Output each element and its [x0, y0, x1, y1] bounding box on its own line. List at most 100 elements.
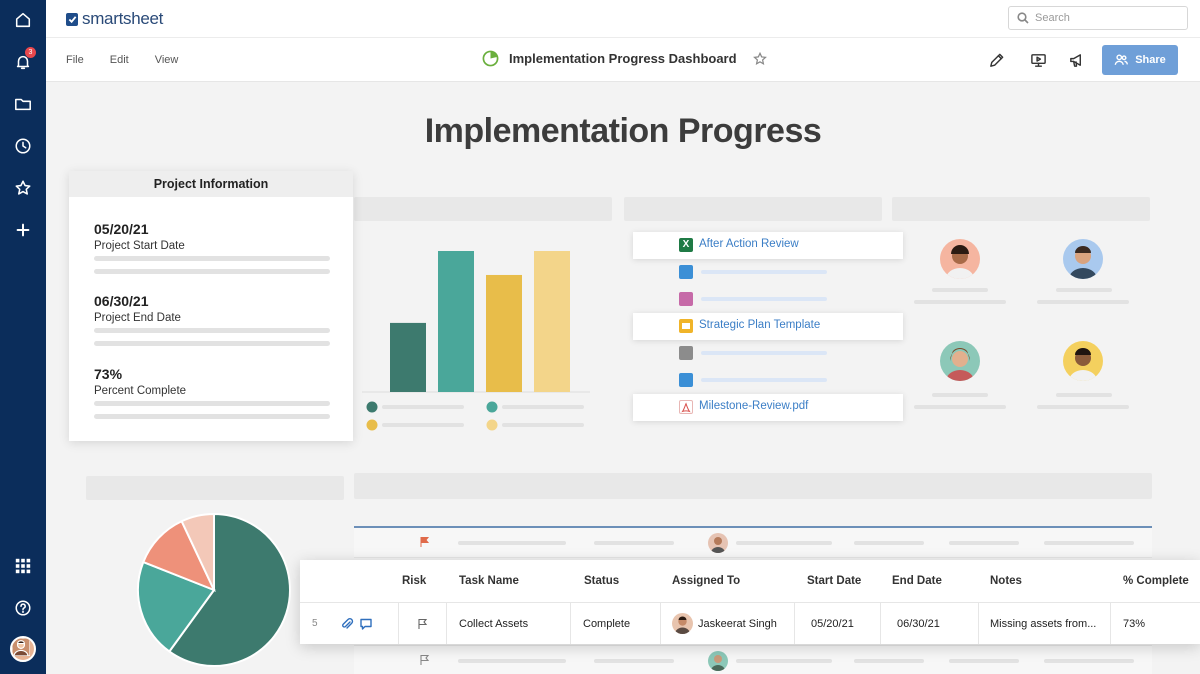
risk-flag-icon[interactable] [418, 536, 430, 548]
contact-avatar[interactable] [940, 341, 980, 381]
contact-name-placeholder [932, 288, 988, 292]
files-widget: X After Action Review Strategic Plan Tem… [624, 196, 904, 436]
favorite-star-icon[interactable] [752, 51, 767, 66]
contact-title-placeholder [1037, 300, 1129, 304]
cell-placeholder [594, 541, 674, 545]
column-header-risk[interactable]: Risk [402, 560, 426, 602]
bar-3 [486, 274, 522, 392]
column-separator [880, 602, 881, 644]
file-name-placeholder [701, 270, 827, 274]
user-avatar[interactable] [10, 636, 36, 662]
search-box[interactable] [1008, 6, 1188, 30]
project-start-label: Project Start Date [94, 240, 185, 252]
bar-2 [438, 251, 474, 392]
notes-cell[interactable]: Missing assets from... [990, 603, 1096, 645]
bar-chart [362, 251, 590, 431]
file-row-after-action-review[interactable]: X After Action Review [633, 232, 903, 259]
percent-complete-item: 73% Percent Complete [94, 366, 186, 397]
grid-header-placeholder [354, 473, 1152, 499]
end-date-cell[interactable]: 06/30/21 [897, 603, 940, 645]
file-row-placeholder [633, 367, 903, 394]
contacts-widget [892, 196, 1152, 436]
column-header-status[interactable]: Status [584, 560, 619, 602]
column-header-assigned-to[interactable]: Assigned To [672, 560, 740, 602]
menu-edit[interactable]: Edit [110, 54, 129, 66]
project-end-label: Project End Date [94, 312, 181, 324]
share-button[interactable]: Share [1102, 45, 1178, 75]
risk-flag-icon[interactable] [418, 654, 430, 666]
file-name[interactable]: Milestone-Review.pdf [699, 400, 808, 412]
column-header-start-date[interactable]: Start Date [807, 560, 861, 602]
contact-avatar[interactable] [1063, 341, 1103, 381]
file-row-strategic-plan[interactable]: Strategic Plan Template [633, 313, 903, 340]
notifications-bell-icon[interactable]: 3 [11, 47, 36, 74]
table-row[interactable]: 5 Collect Assets Complete Jaskeerat Sing… [300, 602, 1200, 644]
column-header-task-name[interactable]: Task Name [459, 560, 519, 602]
contact-avatar[interactable] [940, 239, 980, 279]
column-separator [794, 602, 795, 644]
column-header-percent-complete[interactable]: % Complete [1123, 560, 1189, 602]
comment-icon[interactable] [359, 617, 373, 631]
cell-placeholder [949, 659, 1019, 663]
assigned-to-cell[interactable]: Jaskeerat Singh [698, 603, 777, 645]
project-information-title: Project Information [69, 171, 353, 197]
grid-row-placeholder [354, 645, 1152, 674]
cell-placeholder [458, 659, 566, 663]
start-date-cell[interactable]: 05/20/21 [811, 603, 854, 645]
file-row-placeholder [633, 286, 903, 313]
top-bar: smartsheet [46, 0, 1200, 38]
home-icon[interactable] [11, 8, 35, 32]
legend-dot [486, 401, 498, 413]
create-plus-icon[interactable] [11, 218, 35, 242]
bar-4 [534, 251, 570, 392]
pie-chart [137, 512, 291, 667]
dashboard-heading: Implementation Progress [424, 112, 822, 150]
help-icon[interactable] [11, 596, 35, 620]
menu-view[interactable]: View [155, 54, 179, 66]
attachment-icon[interactable] [340, 617, 354, 631]
file-name[interactable]: Strategic Plan Template [699, 319, 820, 331]
contact-name-placeholder [932, 393, 988, 397]
status-cell[interactable]: Complete [583, 603, 630, 645]
cell-placeholder [736, 541, 832, 545]
legend-placeholder [502, 423, 584, 427]
percent-complete-cell[interactable]: 73% [1123, 603, 1145, 645]
row-number: 5 [312, 618, 318, 629]
cell-placeholder [594, 659, 674, 663]
search-input[interactable] [1035, 12, 1175, 24]
legend-placeholder [382, 405, 464, 409]
column-header-end-date[interactable]: End Date [892, 560, 942, 602]
apps-grid-icon[interactable] [11, 554, 35, 578]
cell-placeholder [854, 541, 924, 545]
file-row-placeholder [633, 340, 903, 367]
placeholder-line [94, 341, 330, 346]
document-icon [679, 373, 693, 387]
favorites-star-icon[interactable] [11, 176, 35, 200]
smartsheet-logo[interactable]: smartsheet [66, 9, 163, 29]
task-name-cell[interactable]: Collect Assets [459, 603, 528, 645]
contact-title-placeholder [914, 405, 1006, 409]
contact-avatar[interactable] [1063, 239, 1103, 279]
excel-icon: X [679, 238, 693, 252]
document-icon [679, 346, 693, 360]
edit-pencil-icon[interactable] [986, 50, 1006, 70]
legend-placeholder [382, 423, 464, 427]
assignee-avatar [708, 533, 728, 553]
menu-file[interactable]: File [66, 54, 84, 66]
folder-icon[interactable] [11, 92, 35, 116]
risk-flag-icon[interactable] [416, 618, 428, 630]
dashboard-icon [482, 50, 499, 67]
assignee-avatar [672, 613, 693, 634]
contact-name-placeholder [1056, 393, 1112, 397]
announce-megaphone-icon[interactable] [1066, 50, 1086, 70]
document-icon [679, 265, 693, 279]
column-header-notes[interactable]: Notes [990, 560, 1022, 602]
legend-dot [366, 419, 378, 431]
file-row-milestone-review[interactable]: Milestone-Review.pdf [633, 394, 903, 421]
recents-clock-icon[interactable] [11, 134, 35, 158]
present-icon[interactable] [1028, 50, 1048, 70]
pdf-icon [679, 400, 693, 414]
placeholder-line [94, 414, 330, 419]
file-name[interactable]: After Action Review [699, 238, 799, 250]
contact-title-placeholder [914, 300, 1006, 304]
